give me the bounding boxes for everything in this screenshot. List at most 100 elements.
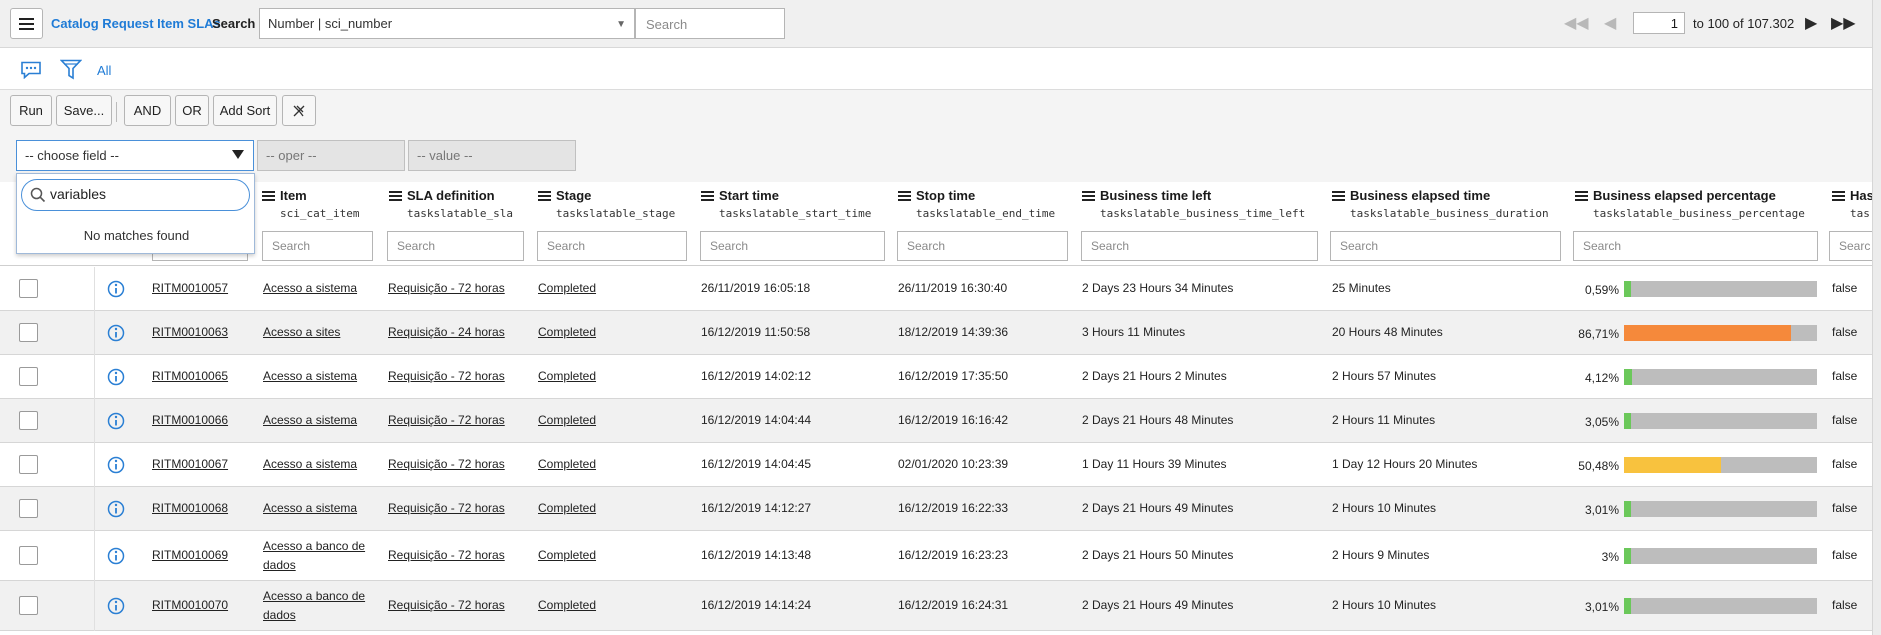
- run-button[interactable]: Run: [10, 95, 52, 126]
- item-link[interactable]: Acesso a banco de: [263, 589, 365, 603]
- column-menu-icon[interactable]: [1332, 190, 1345, 201]
- table-row[interactable]: RITM0010057 Acesso a sistema Requisição - …: [0, 267, 1872, 311]
- stage-link[interactable]: Completed: [538, 598, 596, 612]
- column-header-stage[interactable]: Stage taskslatable_stage: [538, 188, 675, 220]
- stage-link[interactable]: Completed: [538, 281, 596, 295]
- column-header-stop-time[interactable]: Stop time taskslatable_end_time: [898, 188, 1055, 220]
- item-link[interactable]: Acesso a sistema: [263, 413, 357, 427]
- vertical-scrollbar[interactable]: [1872, 0, 1881, 635]
- breadcrumb-all[interactable]: All: [97, 63, 111, 78]
- item-link[interactable]: Acesso a sistema: [263, 457, 357, 471]
- column-menu-icon[interactable]: [389, 190, 402, 201]
- clear-filter-button[interactable]: [282, 95, 316, 126]
- ritm-number-link[interactable]: RITM0010057: [152, 281, 228, 295]
- has-search-input[interactable]: Searc: [1829, 231, 1872, 261]
- item-link[interactable]: Acesso a sistema: [263, 281, 357, 295]
- choose-field-select[interactable]: -- choose field --: [16, 140, 254, 171]
- previous-page-icon[interactable]: ◀: [1604, 13, 1616, 33]
- info-icon[interactable]: [107, 456, 125, 474]
- ritm-number-link[interactable]: RITM0010068: [152, 501, 228, 515]
- ritm-number-link[interactable]: RITM0010063: [152, 325, 228, 339]
- start-time-search-input[interactable]: Search: [700, 231, 885, 261]
- row-checkbox[interactable]: [19, 411, 38, 430]
- sla-definition-link[interactable]: Requisição - 72 horas: [388, 281, 505, 295]
- item-link[interactable]: Acesso a banco de: [263, 539, 365, 553]
- column-menu-icon[interactable]: [262, 190, 275, 201]
- row-checkbox[interactable]: [19, 323, 38, 342]
- table-row[interactable]: RITM0010065 Acesso a sistema Requisição - …: [0, 355, 1872, 399]
- search-field-select[interactable]: Number | sci_number ▼: [259, 8, 635, 39]
- table-row[interactable]: RITM0010063 Acesso a sites Requisição - 24…: [0, 311, 1872, 355]
- value-input[interactable]: -- value --: [408, 140, 576, 171]
- sla-definition-link[interactable]: Requisição - 72 horas: [388, 457, 505, 471]
- row-checkbox[interactable]: [19, 499, 38, 518]
- list-context-menu-button[interactable]: [10, 8, 43, 39]
- column-menu-icon[interactable]: [701, 190, 714, 201]
- ritm-number-link[interactable]: RITM0010066: [152, 413, 228, 427]
- chat-bubble-icon[interactable]: [20, 61, 42, 79]
- ritm-number-link[interactable]: RITM0010069: [152, 548, 228, 562]
- sla-definition-link[interactable]: Requisição - 72 horas: [388, 413, 505, 427]
- item-search-input[interactable]: Search: [262, 231, 373, 261]
- sla-definition-link[interactable]: Requisição - 72 horas: [388, 548, 505, 562]
- info-icon[interactable]: [107, 368, 125, 386]
- stage-link[interactable]: Completed: [538, 548, 596, 562]
- ritm-number-link[interactable]: RITM0010065: [152, 369, 228, 383]
- item-link-line2[interactable]: dados: [263, 558, 296, 572]
- row-checkbox[interactable]: [19, 455, 38, 474]
- column-header-business-elapsed-time[interactable]: Business elapsed time taskslatable_busin…: [1332, 188, 1549, 220]
- operator-select[interactable]: -- oper --: [257, 140, 405, 171]
- business-elapsed-time-search-input[interactable]: Search: [1330, 231, 1561, 261]
- sla-definition-search-input[interactable]: Search: [387, 231, 524, 261]
- row-checkbox[interactable]: [19, 546, 38, 565]
- stage-link[interactable]: Completed: [538, 325, 596, 339]
- info-icon[interactable]: [107, 280, 125, 298]
- add-sort-button[interactable]: Add Sort: [213, 95, 277, 126]
- ritm-number-link[interactable]: RITM0010067: [152, 457, 228, 471]
- column-header-item[interactable]: Item sci_cat_item: [262, 188, 359, 220]
- stage-link[interactable]: Completed: [538, 501, 596, 515]
- or-button[interactable]: OR: [175, 95, 209, 126]
- column-header-sla-definition[interactable]: SLA definition taskslatable_sla: [389, 188, 513, 220]
- ritm-number-link[interactable]: RITM0010070: [152, 598, 228, 612]
- stop-time-search-input[interactable]: Search: [897, 231, 1068, 261]
- info-icon[interactable]: [107, 324, 125, 342]
- item-link[interactable]: Acesso a sistema: [263, 501, 357, 515]
- column-menu-icon[interactable]: [1832, 190, 1845, 201]
- table-row[interactable]: RITM0010066 Acesso a sistema Requisição - …: [0, 399, 1872, 443]
- column-header-business-elapsed-percentage[interactable]: Business elapsed percentage taskslatable…: [1575, 188, 1805, 220]
- info-icon[interactable]: [107, 500, 125, 518]
- table-row[interactable]: RITM0010069 Acesso a banco de dados Requisi…: [0, 531, 1872, 581]
- stage-link[interactable]: Completed: [538, 457, 596, 471]
- column-header-business-time-left[interactable]: Business time left taskslatable_business…: [1082, 188, 1305, 220]
- first-page-icon[interactable]: ◀◀: [1564, 13, 1589, 33]
- stage-search-input[interactable]: Search: [537, 231, 687, 261]
- funnel-filter-icon[interactable]: [60, 59, 82, 80]
- item-link-line2[interactable]: dados: [263, 608, 296, 622]
- sla-definition-link[interactable]: Requisição - 72 horas: [388, 598, 505, 612]
- column-menu-icon[interactable]: [1575, 190, 1588, 201]
- item-link[interactable]: Acesso a sistema: [263, 369, 357, 383]
- column-header-has[interactable]: Has tas: [1832, 188, 1872, 220]
- and-button[interactable]: AND: [124, 95, 171, 126]
- item-link[interactable]: Acesso a sites: [263, 325, 340, 339]
- list-title[interactable]: Catalog Request Item SLAs: [51, 16, 221, 31]
- business-elapsed-percentage-search-input[interactable]: Search: [1573, 231, 1818, 261]
- field-search-input[interactable]: variables: [21, 179, 250, 211]
- table-row[interactable]: RITM0010070 Acesso a banco de dados Requisi…: [0, 581, 1872, 631]
- row-checkbox[interactable]: [19, 279, 38, 298]
- column-menu-icon[interactable]: [898, 190, 911, 201]
- table-row[interactable]: RITM0010067 Acesso a sistema Requisição - …: [0, 443, 1872, 487]
- business-time-left-search-input[interactable]: Search: [1081, 231, 1318, 261]
- last-page-icon[interactable]: ▶▶: [1831, 13, 1856, 33]
- column-menu-icon[interactable]: [1082, 190, 1095, 201]
- column-header-start-time[interactable]: Start time taskslatable_start_time: [701, 188, 871, 220]
- info-icon[interactable]: [107, 412, 125, 430]
- column-menu-icon[interactable]: [538, 190, 551, 201]
- search-input[interactable]: Search: [635, 8, 785, 39]
- info-icon[interactable]: [107, 547, 125, 565]
- table-row[interactable]: RITM0010068 Acesso a sistema Requisição - …: [0, 487, 1872, 531]
- next-page-icon[interactable]: ▶: [1805, 13, 1817, 33]
- stage-link[interactable]: Completed: [538, 413, 596, 427]
- stage-link[interactable]: Completed: [538, 369, 596, 383]
